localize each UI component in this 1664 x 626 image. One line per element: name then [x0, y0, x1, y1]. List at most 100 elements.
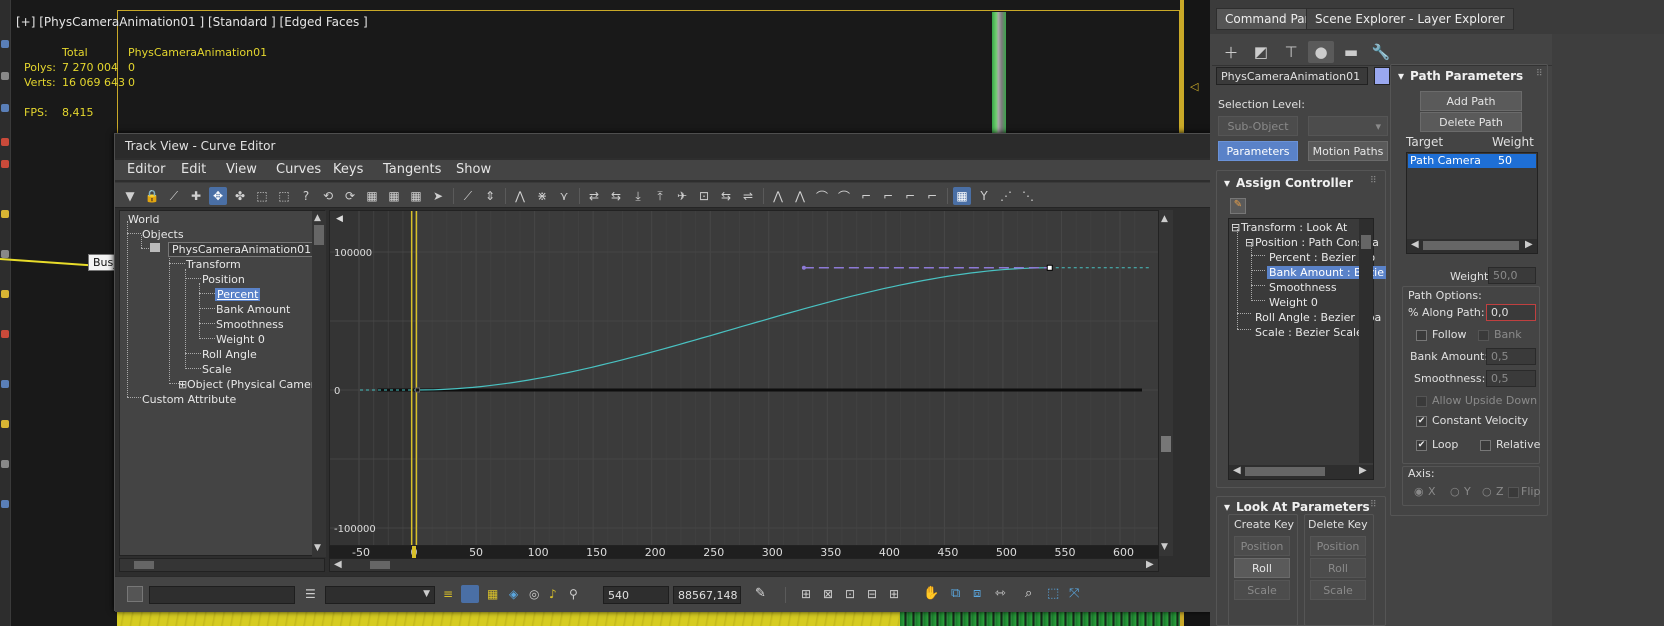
status-tool-icon[interactable]: ◎: [529, 587, 539, 601]
menu-keys[interactable]: Keys: [333, 162, 363, 177]
toolbar-tool-icon[interactable]: ⟋: [459, 187, 477, 205]
object-color-swatch[interactable]: [1374, 67, 1390, 85]
tool-icon[interactable]: [1, 330, 9, 338]
controller-list-hscrollbar[interactable]: ◀ ▶: [1229, 465, 1373, 479]
tree-custom-attribute[interactable]: Custom Attribute: [142, 393, 236, 406]
tool-icon[interactable]: [1, 460, 9, 468]
list-icon[interactable]: ☰: [305, 587, 316, 601]
toolbar-tool-icon[interactable]: ⟋: [165, 187, 183, 205]
zoom-region-icon[interactable]: ⊡: [845, 587, 855, 601]
status-tool-icon[interactable]: ◈: [509, 587, 518, 601]
create-position-key-button[interactable]: Position: [1234, 536, 1290, 556]
toolbar-tool-icon[interactable]: ⋀: [769, 187, 787, 205]
toolbar-tool-icon[interactable]: ⋎: [555, 187, 573, 205]
look-at-title[interactable]: Look At Parameters: [1236, 500, 1370, 514]
toolbar-tool-icon[interactable]: ⇆: [717, 187, 735, 205]
tool-icon[interactable]: [1, 210, 9, 218]
menu-tangents[interactable]: Tangents: [383, 162, 441, 177]
delete-roll-key-button[interactable]: Roll: [1310, 558, 1366, 578]
parameters-button[interactable]: Parameters: [1218, 141, 1298, 161]
allow-upside-down-checkbox[interactable]: [1416, 396, 1427, 407]
tree-world[interactable]: World: [128, 213, 160, 226]
toolbar-tool-icon[interactable]: ⟲: [319, 187, 337, 205]
track-filter-icon[interactable]: [127, 586, 143, 602]
rollout-collapse-icon[interactable]: ▾: [1224, 500, 1230, 514]
curve-graph[interactable]: 100000 0 -100000 ◀: [329, 210, 1159, 546]
assign-controller-title[interactable]: Assign Controller: [1236, 176, 1353, 190]
tool-icon[interactable]: [1, 104, 9, 112]
axis-z-radio[interactable]: ○: [1482, 485, 1492, 498]
flip-checkbox[interactable]: [1508, 487, 1519, 498]
toolbar-tool-icon[interactable]: ⤒: [651, 187, 669, 205]
delete-scale-key-button[interactable]: Scale: [1310, 580, 1366, 600]
tree-vertical-scrollbar[interactable]: ▲ ▼: [312, 211, 326, 557]
status-tool-icon[interactable]: ▦: [487, 587, 498, 601]
object-name-field[interactable]: PhysCameraAnimation01: [1216, 67, 1368, 85]
collapse-icon[interactable]: ⊟: [1231, 221, 1240, 234]
tool-icon[interactable]: [1, 420, 9, 428]
delete-position-key-button[interactable]: Position: [1310, 536, 1366, 556]
frame-selected-icon[interactable]: ⊞: [889, 587, 899, 601]
collapse-icon[interactable]: ⊟: [1245, 236, 1254, 249]
controller-list-scrollbar[interactable]: [1359, 219, 1373, 463]
path-list[interactable]: Path Camera 50 ◀ ▶: [1406, 152, 1538, 254]
motion-paths-button[interactable]: Motion Paths: [1308, 141, 1388, 161]
menu-view[interactable]: View: [226, 162, 257, 177]
loop-checkbox[interactable]: ✔: [1416, 440, 1427, 451]
toolbar-tool-icon[interactable]: ⊡: [695, 187, 713, 205]
frame-ruler[interactable]: -50050100150200250300350400450500550600: [329, 546, 1159, 559]
graph-horizontal-scrollbar[interactable]: ◀ ▶: [329, 558, 1159, 572]
toolbar-tool-icon[interactable]: ⋀: [511, 187, 529, 205]
toolbar-tool-icon[interactable]: ⋱: [1019, 187, 1037, 205]
graph-vertical-scrollbar[interactable]: ▲ ▼: [1159, 210, 1173, 556]
axis-x-radio[interactable]: ◉: [1414, 485, 1424, 498]
tree-percent[interactable]: Percent: [215, 288, 261, 301]
zoom-value-icon[interactable]: ⇿: [995, 586, 1006, 601]
toolbar-tool-icon[interactable]: 🔒: [143, 187, 161, 205]
rollout-collapse-icon[interactable]: ▾: [1224, 176, 1230, 190]
controller-list[interactable]: ⊟ Transform : Look At ⊟ Position : Path …: [1228, 218, 1386, 480]
toolbar-tool-icon[interactable]: ▼: [121, 187, 139, 205]
toolbar-tool-icon[interactable]: ✚: [187, 187, 205, 205]
constant-velocity-checkbox[interactable]: ✔: [1416, 416, 1427, 427]
zoom-horizontal-icon[interactable]: ⧈: [973, 586, 981, 601]
tab-scene-explorer[interactable]: Scene Explorer - Layer Explorer: [1306, 8, 1514, 30]
status-tool-active-icon[interactable]: [461, 585, 479, 603]
status-tool-icon[interactable]: ♪: [549, 587, 557, 601]
toolbar-tool-icon[interactable]: Y: [975, 187, 993, 205]
toolbar-tool-icon[interactable]: ⇄: [585, 187, 603, 205]
toolbar-tool-icon[interactable]: ▦: [385, 187, 403, 205]
frame-ruler-current-marker[interactable]: [411, 546, 416, 558]
tree-object-physical-camera[interactable]: Object (Physical Camera): [187, 378, 326, 391]
toolbar-tool-icon[interactable]: ⤓: [629, 187, 647, 205]
status-tool-icon[interactable]: ≡: [443, 587, 453, 601]
path-parameters-title[interactable]: Path Parameters: [1410, 69, 1523, 83]
tree-scale[interactable]: Scale: [202, 363, 232, 376]
frame-field[interactable]: 540: [603, 586, 669, 604]
relative-checkbox[interactable]: [1480, 440, 1491, 451]
tool-icon[interactable]: [1, 250, 9, 258]
curve-editor-window[interactable]: Track View - Curve Editor × Editor Edit …: [114, 133, 1235, 612]
hand-icon[interactable]: ✋: [923, 586, 939, 601]
smoothness-spinner[interactable]: 0,5: [1486, 370, 1536, 387]
zoom-icon[interactable]: ⊠: [823, 587, 833, 601]
pan-icon[interactable]: ⊞: [801, 587, 811, 601]
follow-checkbox[interactable]: [1416, 330, 1427, 341]
curve-graph-svg[interactable]: 100000 0 -100000 ◀: [330, 211, 1159, 546]
tool-icon[interactable]: [1, 160, 9, 168]
tree-weight0[interactable]: Weight 0: [216, 333, 265, 346]
search-icon[interactable]: ⌕: [1025, 586, 1032, 601]
status-tool-icon[interactable]: ⚲: [569, 587, 578, 601]
tool-icon[interactable]: [1, 380, 9, 388]
tree-roll-angle[interactable]: Roll Angle: [202, 348, 257, 361]
menu-show[interactable]: Show: [456, 162, 491, 177]
toolbar-tool-icon[interactable]: ⇕: [481, 187, 499, 205]
create-icon[interactable]: ＋: [1218, 41, 1244, 63]
toolbar-tool-icon[interactable]: ⇆: [607, 187, 625, 205]
tree-transform[interactable]: Transform: [186, 258, 241, 271]
tool-icon[interactable]: [1, 138, 9, 146]
controller-transform[interactable]: Transform : Look At: [1241, 221, 1347, 234]
toolbar-tool-icon[interactable]: ✤: [231, 187, 249, 205]
assign-controller-icon[interactable]: ✎: [1230, 198, 1246, 214]
path-list-row[interactable]: Path Camera 50: [1408, 154, 1536, 168]
